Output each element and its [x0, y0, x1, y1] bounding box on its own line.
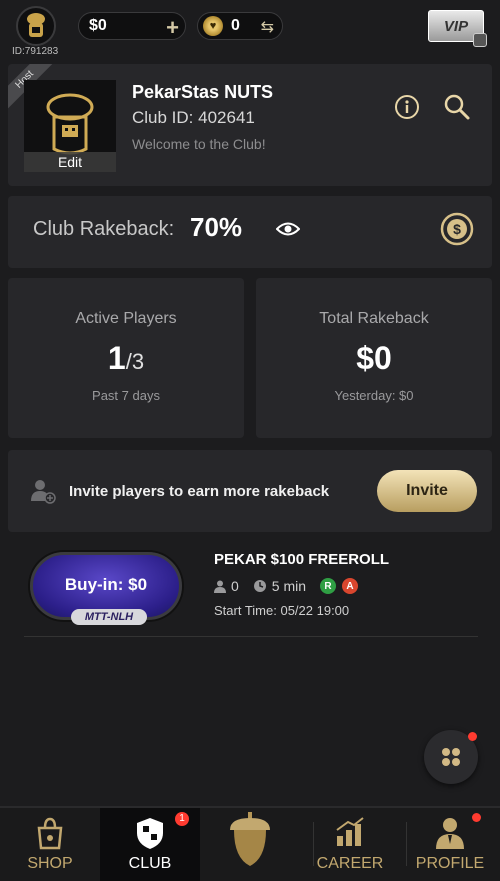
vip-label: VIP: [443, 17, 469, 35]
add-person-icon: [31, 480, 56, 504]
active-players-card: Active Players 1/3 Past 7 days: [8, 278, 244, 438]
notification-dot: [468, 732, 477, 741]
balance-pill[interactable]: $0 +: [78, 12, 186, 40]
nav-separator: [406, 822, 407, 866]
nav-profile-label: PROFILE: [415, 855, 485, 872]
nav-club-label: CLUB: [128, 855, 172, 872]
invite-card: Invite players to earn more rakeback Inv…: [8, 450, 492, 532]
profile-person-icon: [436, 818, 464, 849]
game-type-badge: MTT-NLH: [71, 609, 147, 625]
rebuy-tag: R: [320, 578, 337, 594]
tournament-name: PEKAR $100 FREEROLL: [214, 551, 390, 568]
tournament-list-item[interactable]: Buy-in: $0 MTT-NLH PEKAR $100 FREEROLL 0…: [24, 545, 478, 635]
club-shield-icon: [137, 818, 163, 849]
user-avatar[interactable]: [16, 6, 56, 46]
club-logo[interactable]: Edit: [24, 80, 116, 172]
career-chart-icon: [336, 817, 364, 846]
nav-home-acorn[interactable]: [200, 808, 300, 881]
invite-button[interactable]: Invite: [377, 470, 477, 512]
balance-value: $0: [89, 17, 107, 34]
coin-icon: ♥: [203, 16, 223, 36]
buy-in-label: Buy-in: $0: [64, 575, 148, 594]
nav-shop[interactable]: SHOP: [0, 808, 100, 881]
active-players-count: 1/3: [8, 340, 244, 377]
nav-shop-label: SHOP: [27, 855, 73, 872]
nav-profile[interactable]: PROFILE: [400, 808, 500, 881]
club-id: Club ID: 402641: [132, 108, 255, 127]
search-icon[interactable]: [442, 92, 472, 122]
shop-bag-icon: [37, 817, 63, 850]
club-info-card: Host Edit PekarStas NUTS Club ID: 402641…: [8, 64, 492, 186]
list-divider: [24, 636, 478, 637]
svg-text:$: $: [453, 221, 461, 237]
vip-badge[interactable]: VIP: [428, 10, 487, 47]
total-rakeback-yesterday: Yesterday: $0: [334, 388, 414, 403]
profile-notification-dot: [472, 813, 481, 822]
active-players-period: Past 7 days: [92, 388, 160, 403]
club-name: PekarStas NUTS: [132, 82, 274, 102]
nav-club[interactable]: 1 CLUB: [100, 808, 200, 881]
coins-value: 0: [231, 17, 240, 34]
nav-separator: [313, 822, 314, 866]
players-value: 0: [231, 578, 239, 594]
bottom-nav: SHOP 1 CLUB CAREER PROFILE: [0, 806, 500, 881]
active-players-title: Active Players: [75, 310, 177, 327]
buy-in-button[interactable]: Buy-in: $0 MTT-NLH: [30, 552, 182, 625]
total-rakeback-title: Total Rakeback: [319, 310, 429, 327]
swap-icon[interactable]: ⇆: [261, 17, 274, 37]
rakeback-value: 70%: [190, 212, 243, 242]
invite-text: Invite players to earn more rakeback: [69, 483, 330, 500]
active-players-value: 1: [107, 340, 126, 376]
nav-career[interactable]: CAREER: [300, 808, 400, 881]
plus-icon[interactable]: +: [166, 15, 179, 41]
total-rakeback-card: Total Rakeback $0 Yesterday: $0: [256, 278, 492, 438]
clock-icon: [253, 580, 266, 592]
tournament-meta: 0 5 min R A: [214, 578, 364, 594]
duration-value: 5 min: [271, 578, 307, 594]
top-bar: ID:791283 $0 + ♥ 0 ⇆ VIP: [0, 0, 500, 60]
chef-logo-icon: [27, 13, 45, 37]
acorn-icon: [230, 812, 270, 866]
addon-tag: A: [342, 578, 359, 594]
club-rakeback-card: Club Rakeback: 70% $: [8, 196, 492, 268]
tournament-start-time: Start Time: 05/22 19:00: [214, 603, 350, 618]
chef-logo-icon: [46, 93, 94, 155]
club-badge: 1: [175, 812, 189, 826]
person-icon: [214, 580, 226, 593]
user-id: ID:791283: [12, 46, 59, 57]
rakeback-exchange-icon[interactable]: $: [440, 212, 474, 246]
players-count: 0: [214, 578, 239, 594]
rakeback-label: Club Rakeback:: [33, 218, 175, 240]
total-rakeback-value: $0: [356, 340, 392, 376]
active-players-total: /3: [125, 349, 145, 374]
duration: 5 min: [253, 578, 306, 594]
club-welcome-text: Welcome to the Club!: [132, 136, 266, 152]
edit-logo-label[interactable]: Edit: [24, 152, 116, 172]
grid-dots-icon: [442, 748, 460, 766]
menu-grid-button[interactable]: [424, 730, 478, 784]
info-icon[interactable]: [394, 94, 420, 120]
lock-icon: [473, 33, 487, 47]
nav-career-label: CAREER: [316, 855, 384, 872]
eye-icon[interactable]: [276, 220, 300, 238]
coins-pill[interactable]: ♥ 0 ⇆: [197, 12, 283, 40]
